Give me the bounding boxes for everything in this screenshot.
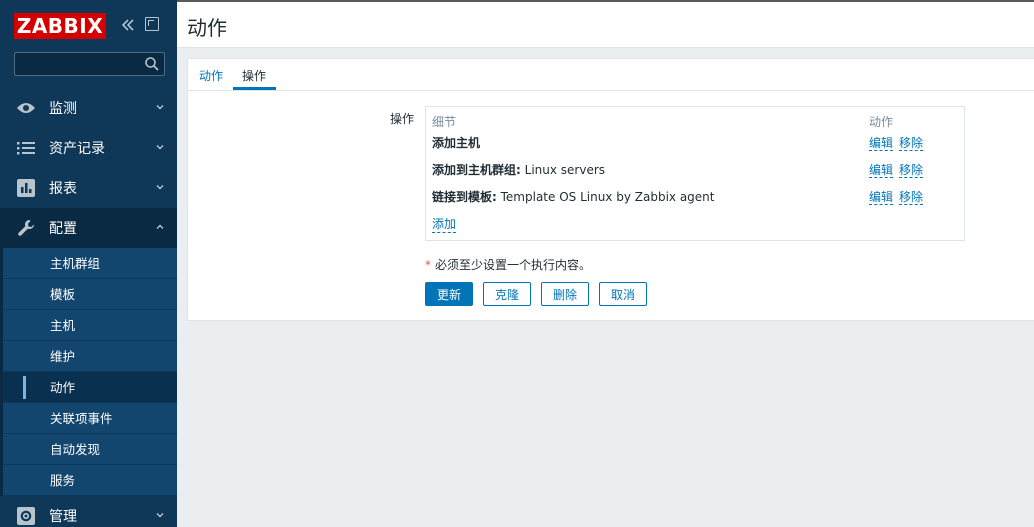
page-title: 动作 [187, 16, 227, 40]
operation-type: 添加主机 [432, 136, 481, 150]
edit-link[interactable]: 编辑 [869, 136, 894, 151]
menu-inventory[interactable]: 资产记录 [0, 128, 177, 168]
menu-administration[interactable]: 管理 [0, 496, 177, 527]
add-operation-link[interactable]: 添加 [432, 215, 457, 233]
remove-link[interactable]: 移除 [899, 190, 924, 205]
chevron-down-icon [156, 145, 164, 150]
row-actions: 编辑 移除 [869, 161, 924, 178]
zabbix-logo[interactable]: ZABBIX [14, 13, 106, 39]
bar-chart-icon [16, 178, 36, 198]
kiosk-mode-icon[interactable] [145, 17, 159, 31]
eye-icon [16, 98, 36, 118]
menu-configuration[interactable]: 配置 [0, 208, 177, 248]
tab-bar: 动作 操作 [188, 59, 1034, 91]
menu-label: 监测 [49, 101, 77, 117]
row-actions: 编辑 移除 [869, 134, 924, 151]
chevron-down-icon [156, 513, 164, 518]
menu-label: 报表 [49, 181, 77, 197]
column-header-action: 动作 [869, 115, 894, 129]
menu-reports[interactable]: 报表 [0, 168, 177, 208]
operation-row: 链接到模板: Template OS Linux by Zabbix agent [432, 188, 714, 205]
page-header: 动作 [177, 0, 1034, 48]
operation-type: 添加到主机群组: [432, 163, 521, 177]
submenu-discovery[interactable]: 自动发现 [3, 434, 177, 465]
menu-label: 管理 [49, 509, 77, 525]
required-mark: * [425, 258, 431, 272]
tab-operations[interactable]: 操作 [242, 67, 266, 84]
active-tab-indicator [233, 87, 276, 90]
search-icon[interactable] [144, 56, 160, 72]
submenu-services[interactable]: 服务 [3, 465, 177, 496]
column-header-details: 细节 [432, 115, 457, 129]
submenu-event-correlation[interactable]: 关联项事件 [3, 403, 177, 434]
operation-row: 添加到主机群组: Linux servers [432, 161, 605, 178]
edit-link[interactable]: 编辑 [869, 190, 894, 205]
submenu-templates[interactable]: 模板 [3, 279, 177, 310]
submenu-actions[interactable]: 动作 [3, 372, 177, 403]
update-button[interactable]: 更新 [425, 282, 473, 306]
wrench-icon [16, 218, 36, 238]
sidebar-header: ZABBIX [0, 0, 177, 50]
required-hint: * 必须至少设置一个执行内容。 [425, 256, 591, 273]
remove-link[interactable]: 移除 [899, 136, 924, 151]
menu-label: 配置 [49, 221, 77, 237]
gear-icon [16, 506, 36, 526]
operation-row: 添加主机 [432, 134, 480, 151]
cancel-button[interactable]: 取消 [599, 282, 647, 306]
operation-value: Linux servers [520, 163, 606, 177]
list-icon [16, 138, 36, 158]
sidebar: ZABBIX 监测 资产记录 报表 配置 主机群组 模板 主机 维护 动作 关联… [0, 0, 177, 527]
chevron-up-icon [156, 224, 164, 229]
sidebar-search [14, 52, 165, 76]
clone-button[interactable]: 克隆 [483, 282, 531, 306]
operation-type: 链接到模板: [432, 190, 497, 204]
delete-button[interactable]: 删除 [541, 282, 589, 306]
row-actions: 编辑 移除 [869, 188, 924, 205]
submenu-host-groups[interactable]: 主机群组 [3, 248, 177, 279]
remove-link[interactable]: 移除 [899, 163, 924, 178]
edit-link[interactable]: 编辑 [869, 163, 894, 178]
operations-label: 操作 [390, 112, 415, 126]
submenu-hosts[interactable]: 主机 [3, 310, 177, 341]
search-input[interactable] [15, 53, 140, 75]
menu-monitoring[interactable]: 监测 [0, 88, 177, 128]
tab-action[interactable]: 动作 [199, 67, 223, 84]
chevron-down-icon [156, 105, 164, 110]
chevron-down-icon [156, 185, 164, 190]
configuration-submenu: 主机群组 模板 主机 维护 动作 关联项事件 自动发现 服务 [0, 248, 177, 496]
menu-label: 资产记录 [49, 141, 105, 157]
submenu-maintenance[interactable]: 维护 [3, 341, 177, 372]
hint-text: 必须至少设置一个执行内容。 [435, 258, 592, 272]
operation-value: Template OS Linux by Zabbix agent [496, 190, 715, 204]
action-form-panel: 动作 操作 操作 细节 动作 添加主机 编辑 移除 添加到主机群组: Linux … [187, 58, 1034, 321]
collapse-sidebar-icon[interactable] [120, 17, 136, 33]
main-menu: 监测 资产记录 报表 配置 主机群组 模板 主机 维护 动作 关联项事件 自动发… [0, 88, 177, 527]
operations-table: 细节 动作 添加主机 编辑 移除 添加到主机群组: Linux servers 编… [425, 106, 965, 241]
